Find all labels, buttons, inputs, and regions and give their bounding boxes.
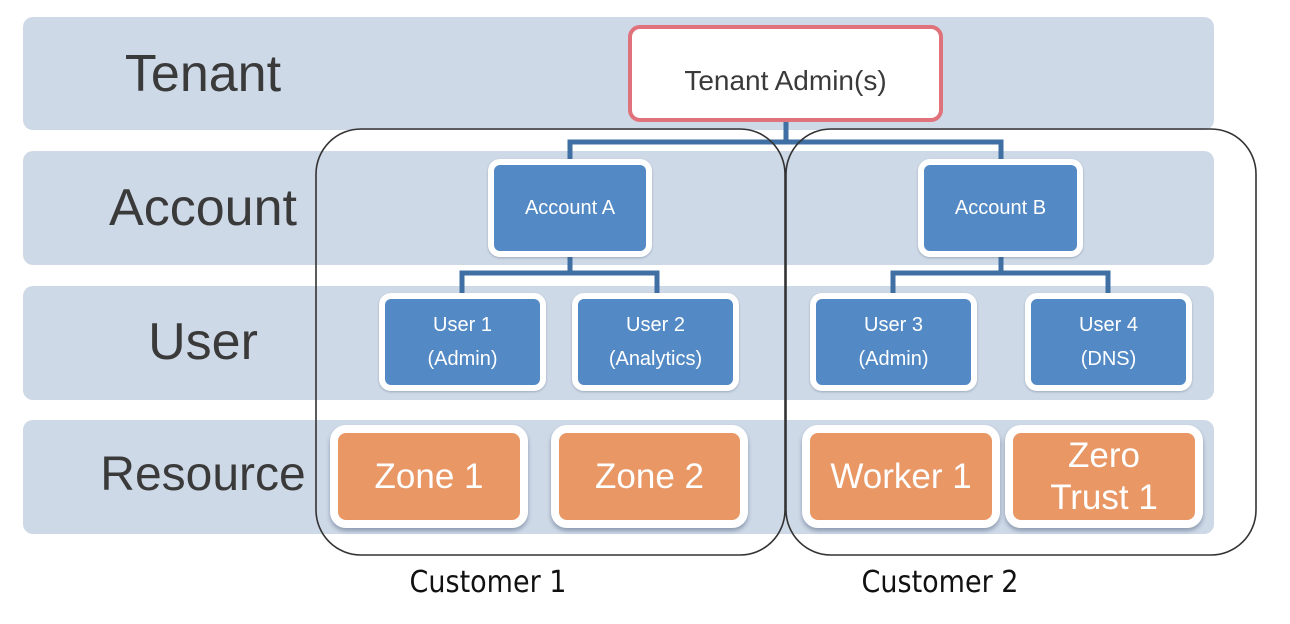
account-a-node: Account A xyxy=(488,159,652,257)
resource-zone-1-label: Zone 1 xyxy=(374,456,484,496)
user-1-role: (Admin) xyxy=(427,348,498,370)
resource-worker-1-node: Worker 1 xyxy=(802,425,1000,528)
resource-zero-trust-1-node: Zero Trust 1 xyxy=(1005,425,1203,528)
customer-1-label: Customer 1 xyxy=(409,565,567,600)
user-4-name: User 4 xyxy=(1079,314,1138,336)
user-2-name: User 2 xyxy=(626,314,685,336)
connector-account-a-to-users xyxy=(459,257,660,293)
user-3-role: (Admin) xyxy=(858,348,929,370)
user-2-role: (Analytics) xyxy=(608,348,703,370)
tenant-admin-label: Tenant Admin(s) xyxy=(684,64,887,96)
user-1-node: User 1 (Admin) xyxy=(379,293,546,391)
connector-account-b-to-users xyxy=(890,257,1111,293)
account-b-label: Account B xyxy=(954,197,1047,219)
resource-zero-trust-1-line2: Trust 1 xyxy=(1050,477,1158,517)
resource-zero-trust-1-line1: Zero xyxy=(1068,435,1140,475)
tenant-admin-node: Tenant Admin(s) xyxy=(628,25,943,122)
user-4-role: (DNS) xyxy=(1080,348,1137,370)
resource-zone-2-node: Zone 2 xyxy=(551,425,748,528)
resource-zone-2-label: Zone 2 xyxy=(595,456,704,496)
user-3-name: User 3 xyxy=(864,314,923,336)
resource-zone-1-node: Zone 1 xyxy=(330,425,528,528)
user-2-node: User 2 (Analytics) xyxy=(572,293,739,391)
customer-2-label: Customer 2 xyxy=(861,565,1019,600)
resource-worker-1-label: Worker 1 xyxy=(830,456,972,496)
account-a-label: Account A xyxy=(524,197,616,219)
user-1-name: User 1 xyxy=(433,314,492,336)
connector-admin-to-accounts xyxy=(567,122,1004,159)
user-4-node: User 4 (DNS) xyxy=(1025,293,1192,391)
account-b-node: Account B xyxy=(918,159,1083,257)
user-3-node: User 3 (Admin) xyxy=(810,293,977,391)
